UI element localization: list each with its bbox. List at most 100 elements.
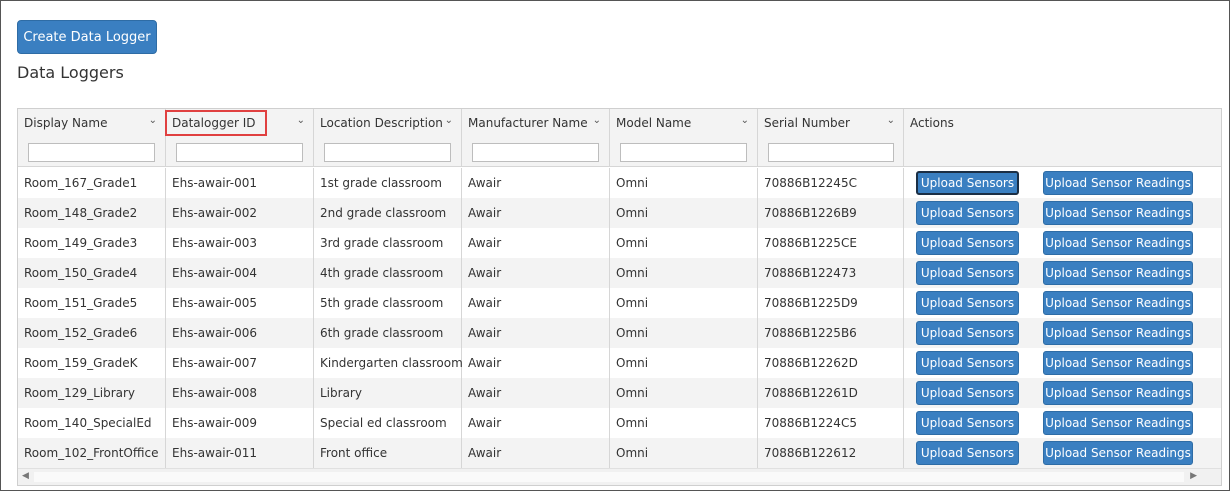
cell-model: Omni xyxy=(610,198,758,228)
cell-serial: 70886B122612 xyxy=(758,438,904,468)
table-row: Room_149_Grade3 Ehs-awair-003 3rd grade … xyxy=(18,228,1221,258)
filter-datalogger-id[interactable] xyxy=(176,143,303,162)
cell-datalogger-id: Ehs-awair-004 xyxy=(166,258,314,288)
column-display-name[interactable]: Display Name ⌄ xyxy=(18,109,166,167)
chevron-down-icon[interactable]: ⌄ xyxy=(887,115,895,126)
cell-display-name: Room_140_SpecialEd xyxy=(18,408,166,438)
cell-serial: 70886B12261D xyxy=(758,378,904,408)
cell-model: Omni xyxy=(610,318,758,348)
chevron-down-icon[interactable]: ⌄ xyxy=(297,115,305,126)
table-row: Room_151_Grade5 Ehs-awair-005 5th grade … xyxy=(18,288,1221,318)
chevron-down-icon[interactable]: ⌄ xyxy=(593,115,601,126)
cell-manufacturer: Awair xyxy=(462,348,610,378)
cell-datalogger-id: Ehs-awair-001 xyxy=(166,168,314,198)
upload-sensor-readings-button[interactable]: Upload Sensor Readings xyxy=(1043,321,1193,345)
cell-serial: 70886B122473 xyxy=(758,258,904,288)
cell-manufacturer: Awair xyxy=(462,228,610,258)
filter-manufacturer-name[interactable] xyxy=(472,143,599,162)
upload-sensors-button[interactable]: Upload Sensors xyxy=(916,441,1019,465)
cell-datalogger-id: Ehs-awair-009 xyxy=(166,408,314,438)
filter-location-description[interactable] xyxy=(324,143,451,162)
table-row: Room_167_Grade1 Ehs-awair-001 1st grade … xyxy=(18,168,1221,198)
cell-manufacturer: Awair xyxy=(462,258,610,288)
cell-model: Omni xyxy=(610,408,758,438)
cell-location: 1st grade classroom xyxy=(314,168,462,198)
column-location-description[interactable]: Location Description ⌄ xyxy=(314,109,462,167)
cell-location: Special ed classroom xyxy=(314,408,462,438)
cell-manufacturer: Awair xyxy=(462,318,610,348)
filter-model-name[interactable] xyxy=(620,143,747,162)
horizontal-scrollbar[interactable]: ◀ ▶ xyxy=(18,468,1221,485)
table-row: Room_159_GradeK Ehs-awair-007 Kindergart… xyxy=(18,348,1221,378)
filter-serial-number[interactable] xyxy=(768,143,894,162)
cell-manufacturer: Awair xyxy=(462,288,610,318)
upload-sensors-button[interactable]: Upload Sensors xyxy=(916,201,1019,225)
cell-location: 5th grade classroom xyxy=(314,288,462,318)
cell-manufacturer: Awair xyxy=(462,378,610,408)
upload-sensor-readings-button[interactable]: Upload Sensor Readings xyxy=(1043,261,1193,285)
upload-sensors-button[interactable]: Upload Sensors xyxy=(916,321,1019,345)
upload-sensors-button[interactable]: Upload Sensors xyxy=(916,381,1019,405)
upload-sensor-readings-button[interactable]: Upload Sensor Readings xyxy=(1043,171,1193,195)
cell-datalogger-id: Ehs-awair-003 xyxy=(166,228,314,258)
upload-sensors-button[interactable]: Upload Sensors xyxy=(916,351,1019,375)
cell-location: Front office xyxy=(314,438,462,468)
column-datalogger-id[interactable]: Datalogger ID ⌄ xyxy=(166,109,314,167)
create-data-logger-button[interactable]: Create Data Logger xyxy=(17,20,157,54)
column-actions: Actions xyxy=(904,109,1221,167)
column-label: Model Name xyxy=(616,116,692,130)
upload-sensors-button[interactable]: Upload Sensors xyxy=(916,171,1019,195)
upload-sensor-readings-button[interactable]: Upload Sensor Readings xyxy=(1043,201,1193,225)
cell-model: Omni xyxy=(610,288,758,318)
upload-sensors-button[interactable]: Upload Sensors xyxy=(916,261,1019,285)
cell-serial: 70886B1225D9 xyxy=(758,288,904,318)
chevron-down-icon[interactable]: ⌄ xyxy=(741,115,749,126)
column-manufacturer-name[interactable]: Manufacturer Name ⌄ xyxy=(462,109,610,167)
chevron-down-icon[interactable]: ⌄ xyxy=(149,115,157,126)
cell-display-name: Room_129_Library xyxy=(18,378,166,408)
cell-datalogger-id: Ehs-awair-005 xyxy=(166,288,314,318)
column-model-name[interactable]: Model Name ⌄ xyxy=(610,109,758,167)
cell-manufacturer: Awair xyxy=(462,438,610,468)
upload-sensors-button[interactable]: Upload Sensors xyxy=(916,231,1019,255)
cell-display-name: Room_159_GradeK xyxy=(18,348,166,378)
upload-sensor-readings-button[interactable]: Upload Sensor Readings xyxy=(1043,411,1193,435)
column-label: Manufacturer Name xyxy=(468,116,588,130)
filter-display-name[interactable] xyxy=(28,143,155,162)
cell-serial: 70886B12262D xyxy=(758,348,904,378)
upload-sensors-button[interactable]: Upload Sensors xyxy=(916,291,1019,315)
cell-serial: 70886B1226B9 xyxy=(758,198,904,228)
table-row: Room_150_Grade4 Ehs-awair-004 4th grade … xyxy=(18,258,1221,288)
cell-display-name: Room_151_Grade5 xyxy=(18,288,166,318)
upload-sensor-readings-button[interactable]: Upload Sensor Readings xyxy=(1043,351,1193,375)
upload-sensor-readings-button[interactable]: Upload Sensor Readings xyxy=(1043,291,1193,315)
cell-serial: 70886B1224C5 xyxy=(758,408,904,438)
cell-display-name: Room_102_FrontOffice xyxy=(18,438,166,468)
table-row: Room_152_Grade6 Ehs-awair-006 6th grade … xyxy=(18,318,1221,348)
cell-serial: 70886B1225CE xyxy=(758,228,904,258)
upload-sensors-button[interactable]: Upload Sensors xyxy=(916,411,1019,435)
column-label: Display Name xyxy=(24,116,108,130)
cell-location: 2nd grade classroom xyxy=(314,198,462,228)
grid-header: Display Name ⌄ Datalogger ID ⌄ Location … xyxy=(18,109,1221,167)
cell-location: Library xyxy=(314,378,462,408)
scroll-right-icon[interactable]: ▶ xyxy=(1190,471,1197,481)
cell-datalogger-id: Ehs-awair-006 xyxy=(166,318,314,348)
column-serial-number[interactable]: Serial Number ⌄ xyxy=(758,109,904,167)
upload-sensor-readings-button[interactable]: Upload Sensor Readings xyxy=(1043,441,1193,465)
cell-model: Omni xyxy=(610,168,758,198)
table-row: Room_140_SpecialEd Ehs-awair-009 Special… xyxy=(18,408,1221,438)
scroll-left-icon[interactable]: ◀ xyxy=(22,471,29,481)
cell-datalogger-id: Ehs-awair-007 xyxy=(166,348,314,378)
cell-display-name: Room_167_Grade1 xyxy=(18,168,166,198)
scrollbar-thumb[interactable] xyxy=(34,472,1184,482)
upload-sensor-readings-button[interactable]: Upload Sensor Readings xyxy=(1043,231,1193,255)
cell-model: Omni xyxy=(610,438,758,468)
cell-model: Omni xyxy=(610,378,758,408)
upload-sensor-readings-button[interactable]: Upload Sensor Readings xyxy=(1043,381,1193,405)
chevron-down-icon[interactable]: ⌄ xyxy=(445,115,453,126)
cell-model: Omni xyxy=(610,228,758,258)
column-label: Datalogger ID xyxy=(172,116,256,130)
cell-datalogger-id: Ehs-awair-008 xyxy=(166,378,314,408)
cell-datalogger-id: Ehs-awair-002 xyxy=(166,198,314,228)
